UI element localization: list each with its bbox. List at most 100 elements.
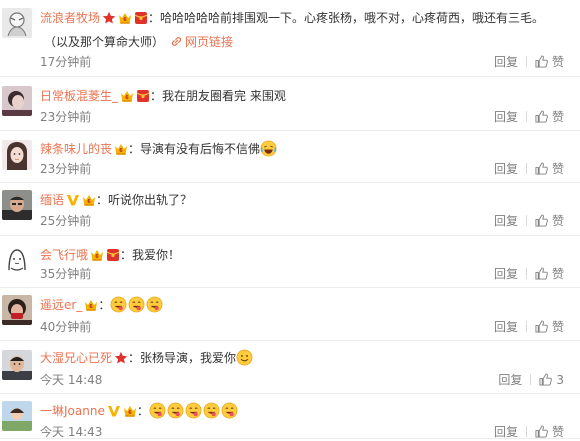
colon-separator: ：: [136, 404, 149, 418]
comment-actions: 回复 赞: [494, 53, 564, 71]
like-button[interactable]: 赞: [535, 55, 564, 69]
thumbs-up-icon: [535, 425, 552, 439]
colon-separator: ：: [148, 11, 161, 25]
colon-separator: ：: [128, 142, 141, 156]
like-button[interactable]: 赞: [535, 214, 564, 228]
username-link[interactable]: 会飞行哦: [40, 248, 88, 262]
comment-text: 哈哈哈哈哈前排围观一下。心疼张杨，哦不对，心疼荷西，哦还有三毛。: [160, 11, 545, 25]
like-button[interactable]: 赞: [535, 110, 564, 124]
verified-v-icon[interactable]: [66, 193, 80, 207]
svg-text:6: 6: [123, 17, 127, 23]
comment-item: 会飞行哦 6 ：我爱你！ 35分钟前 回复 赞: [0, 235, 580, 288]
like-button[interactable]: 赞: [535, 162, 564, 176]
red-envelope-icon[interactable]: [136, 89, 150, 103]
username-link[interactable]: 大湿兄心已死: [40, 351, 112, 365]
like-label: 赞: [551, 55, 564, 69]
reply-button[interactable]: 回复: [494, 55, 518, 69]
comment-content: 日常板混菱生_ 6 ：我在朋友圈看完 来围观: [40, 87, 286, 105]
like-button[interactable]: 赞: [535, 425, 564, 439]
avatar[interactable]: [2, 190, 32, 220]
comment-content: 辣条味儿的丧 6 ：导演有没有后悔不信佛: [40, 140, 278, 158]
avatar[interactable]: [2, 350, 32, 380]
timestamp: 17分钟前: [40, 55, 92, 69]
comment-content: 遥远er_ 6 ：: [40, 296, 164, 314]
colon-separator: ：: [150, 89, 163, 103]
reply-button[interactable]: 回复: [494, 267, 518, 281]
verified-v-icon[interactable]: [107, 404, 121, 418]
comment-text: 我在朋友圈看完 来围观: [162, 89, 286, 103]
colon-separator: ：: [98, 298, 111, 312]
comment-item: 遥远er_ 6 ： 40分钟前 回复 赞: [0, 287, 580, 341]
red-envelope-icon[interactable]: [134, 11, 148, 25]
comment-item: 日常板混菱生_ 6 ：我在朋友圈看完 来围观 23分钟前 回复 赞: [0, 76, 580, 131]
svg-text:6: 6: [87, 199, 91, 205]
comment-item: 一琳Joanne 6 ： 今天 14:43 回复 赞: [0, 393, 580, 439]
comment-text: 导演有没有后悔不信佛: [140, 142, 261, 156]
reply-button[interactable]: 回复: [494, 110, 518, 124]
thumbs-up-icon: [535, 55, 552, 69]
username-link[interactable]: 流浪者牧场: [40, 11, 100, 25]
timestamp: 今天 14:43: [40, 425, 103, 439]
reply-button[interactable]: 回复: [494, 162, 518, 176]
reply-button[interactable]: 回复: [498, 373, 522, 387]
vip-crown-icon[interactable]: 6: [120, 89, 134, 103]
avatar[interactable]: [2, 295, 32, 325]
avatar[interactable]: [2, 86, 32, 116]
yummy-emoji: [110, 296, 127, 313]
action-divider: [525, 321, 527, 332]
star-red-icon[interactable]: [102, 11, 116, 25]
comment-meta: 40分钟前: [40, 318, 91, 336]
avatar[interactable]: [2, 244, 32, 274]
vip-crown-icon[interactable]: 6: [90, 248, 104, 262]
comment-content: 会飞行哦 6 ：我爱你！: [40, 246, 180, 264]
reply-button[interactable]: 回复: [494, 320, 518, 334]
like-label: 赞: [551, 214, 564, 228]
comment-text: 张杨导演，我爱你: [140, 351, 237, 365]
svg-text:6: 6: [128, 410, 132, 416]
vip-crown-icon[interactable]: 6: [118, 11, 132, 25]
thumbs-up-icon: [535, 320, 552, 334]
colon-separator: ：: [128, 351, 141, 365]
like-label: 赞: [551, 425, 564, 439]
comment-actions: 回复 赞: [494, 318, 564, 336]
link-icon[interactable]: [170, 35, 183, 48]
avatar[interactable]: [2, 401, 32, 431]
vip-crown-icon[interactable]: 6: [123, 404, 137, 418]
like-button[interactable]: 3: [539, 373, 564, 387]
yummy-emoji: [185, 402, 202, 419]
avatar[interactable]: [2, 140, 32, 170]
colon-separator: ：: [96, 193, 109, 207]
thumbs-up-icon: [535, 214, 552, 228]
reply-button[interactable]: 回复: [494, 425, 518, 439]
username-link[interactable]: 遥远er_: [40, 298, 82, 312]
red-envelope-icon[interactable]: [106, 248, 120, 262]
comment-meta: 今天 14:43: [40, 423, 102, 441]
star-red-icon[interactable]: [114, 351, 128, 365]
like-label: 赞: [551, 267, 564, 281]
username-link[interactable]: 一琳Joanne: [40, 404, 105, 418]
reply-button[interactable]: 回复: [494, 214, 518, 228]
yummy-emoji: [167, 402, 184, 419]
like-button[interactable]: 赞: [535, 267, 564, 281]
comment-body: 大湿兄心已死 ：张杨导演，我爱你 今天 14:48: [40, 340, 574, 393]
comment-text-continued: （以及那个算命大师）: [44, 35, 165, 49]
yummy-emoji: [149, 402, 166, 419]
comment-actions: 回复 赞: [494, 160, 564, 178]
action-divider: [525, 268, 527, 279]
like-label: 赞: [551, 320, 564, 334]
comment-actions: 回复 赞: [494, 108, 564, 126]
colon-separator: ：: [120, 248, 133, 262]
vip-crown-icon[interactable]: 6: [114, 142, 128, 156]
comment-content: 大湿兄心已死 ：张杨导演，我爱你: [40, 349, 254, 367]
avatar[interactable]: [2, 8, 32, 38]
username-link[interactable]: 缅语: [40, 193, 64, 207]
comment-meta: 23分钟前: [40, 160, 91, 178]
action-divider: [525, 56, 527, 67]
like-button[interactable]: 赞: [535, 320, 564, 334]
comment-content: 一琳Joanne 6 ：: [40, 402, 239, 420]
vip-crown-icon[interactable]: 6: [82, 193, 96, 207]
vip-crown-icon[interactable]: 6: [84, 298, 98, 312]
username-link[interactable]: 辣条味儿的丧: [40, 142, 112, 156]
web-link[interactable]: 网页链接: [185, 35, 233, 49]
username-link[interactable]: 日常板混菱生_: [40, 89, 118, 103]
